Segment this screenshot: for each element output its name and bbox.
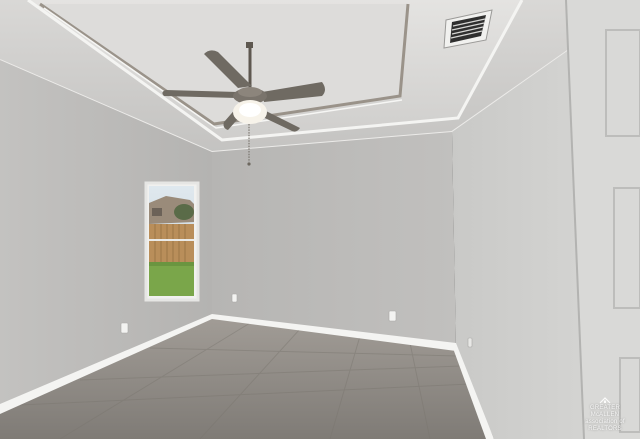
room-photo: GREATER McALLEN association of REALTORS — [0, 0, 640, 439]
watermark-line1: GREATER McALLEN — [590, 405, 620, 418]
house-roof-icon — [599, 397, 611, 404]
watermark-line2: association of REALTORS — [585, 419, 625, 432]
brand-watermark: GREATER McALLEN association of REALTORS — [576, 397, 634, 433]
window — [144, 181, 200, 302]
